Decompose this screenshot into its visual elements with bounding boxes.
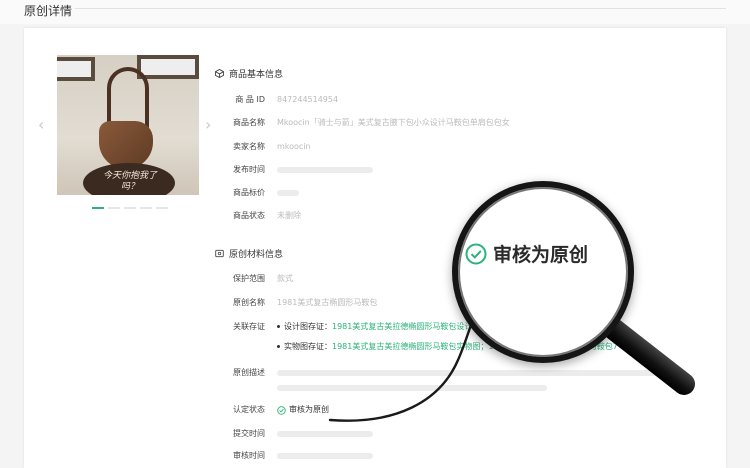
magnified-status-text: 审核为原创 — [493, 244, 589, 266]
callout-arrow — [328, 306, 483, 422]
check-circle-icon — [465, 243, 487, 264]
magnified-status: 审核为原创 — [465, 240, 588, 267]
magnifier-lens — [452, 181, 634, 363]
